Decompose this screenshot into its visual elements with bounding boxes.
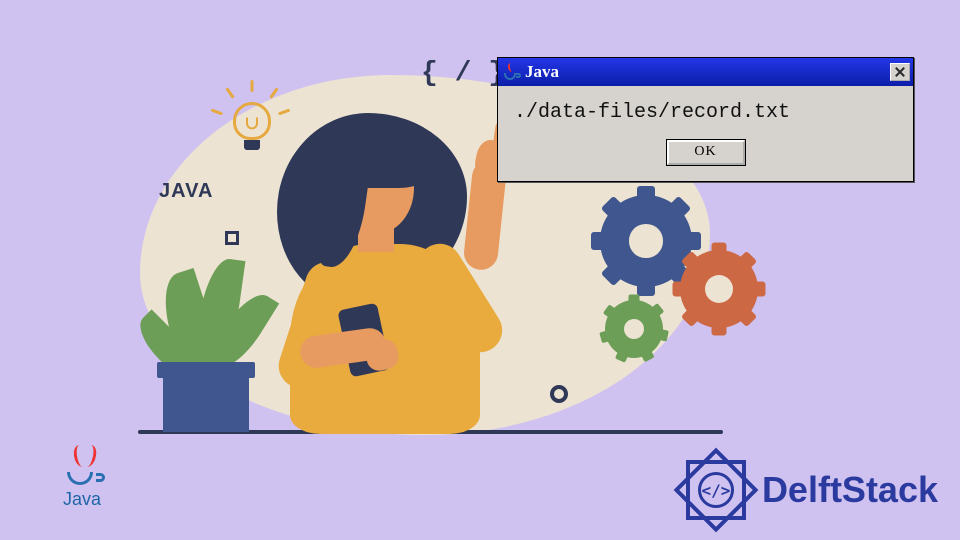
- delftstack-logo: </> DelftStack: [680, 454, 938, 526]
- close-icon: [891, 64, 909, 80]
- ok-button[interactable]: OK: [667, 140, 745, 165]
- circle-shape-icon: [550, 385, 568, 403]
- dialog-title: Java: [525, 62, 890, 82]
- gear-icon-green: [605, 300, 663, 358]
- java-logo-caption: Java: [42, 489, 122, 510]
- dialog-message: ./data-files/record.txt: [514, 100, 897, 126]
- gear-icon-blue: [600, 195, 692, 287]
- plant-pot: [163, 374, 249, 432]
- java-label: JAVA: [159, 181, 213, 201]
- java-dialog: Java ./data-files/record.txt OK: [497, 57, 914, 182]
- java-cup-icon: [501, 62, 521, 82]
- close-button[interactable]: [890, 63, 910, 81]
- gear-icon-orange: [680, 250, 758, 328]
- lightbulb-icon: [227, 90, 277, 170]
- delftstack-inner-code: </>: [698, 472, 734, 508]
- dialog-titlebar[interactable]: Java: [498, 58, 913, 86]
- java-logo: Java: [42, 445, 122, 510]
- dialog-body: ./data-files/record.txt OK: [498, 86, 913, 181]
- square-shape-icon: [225, 231, 239, 245]
- java-cup-icon: [61, 445, 103, 487]
- code-braces-symbol: { / }: [421, 60, 505, 88]
- delftstack-mark-icon: </>: [680, 454, 752, 526]
- delftstack-wordmark: DelftStack: [762, 469, 938, 511]
